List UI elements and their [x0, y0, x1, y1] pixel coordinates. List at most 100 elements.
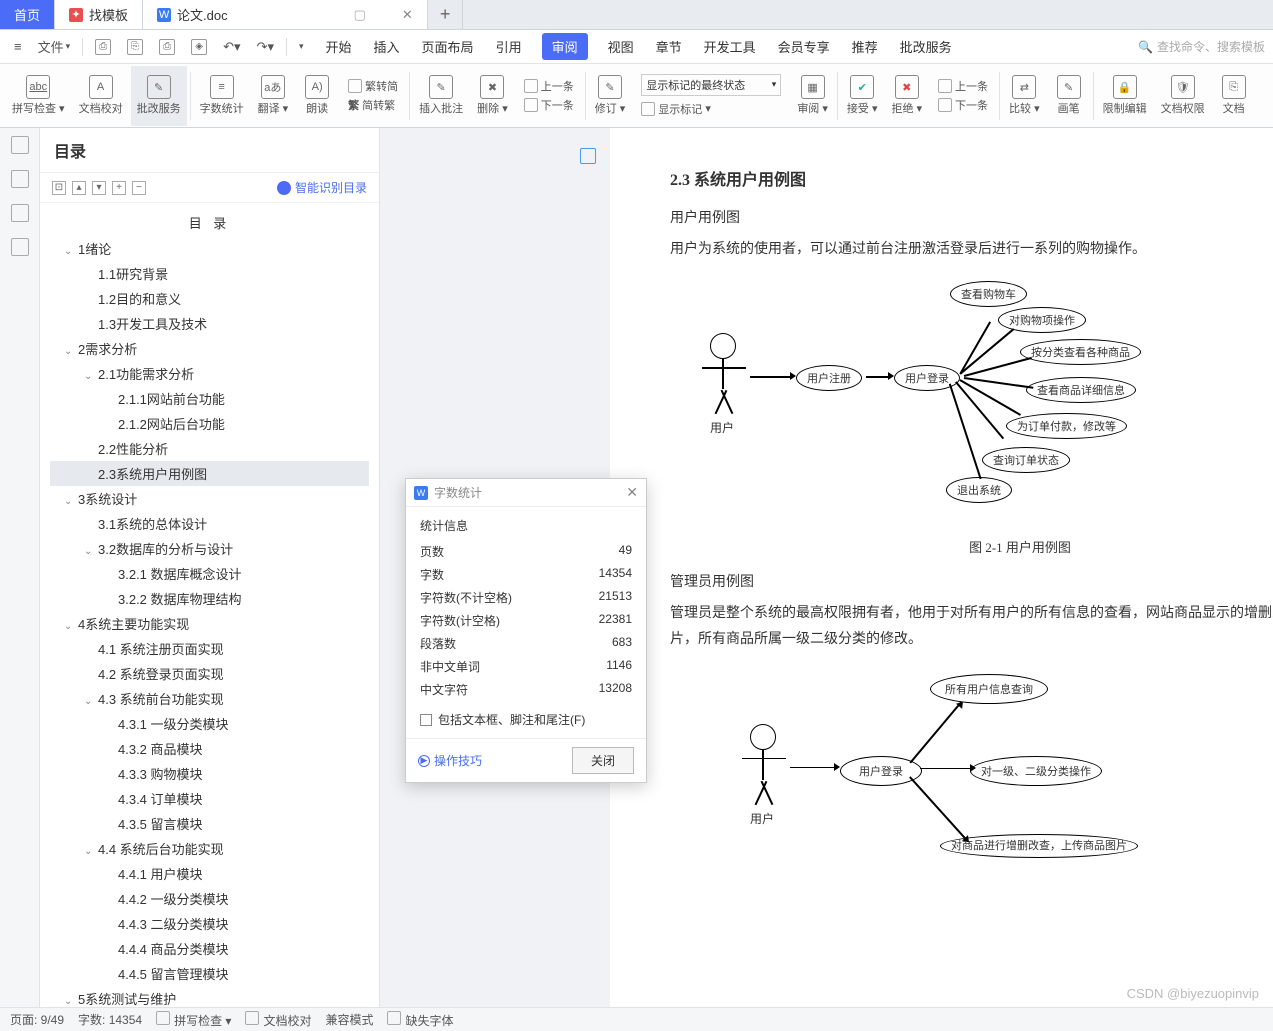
toc-tree[interactable]: 目 录 ⌄1绪论1.1研究背景1.2目的和意义1.3开发工具及技术⌄2需求分析⌄…: [40, 203, 379, 1007]
dialog-close-icon[interactable]: ✕: [626, 484, 638, 501]
file-menu[interactable]: 文件 ▾: [32, 33, 77, 60]
section-icon[interactable]: [580, 148, 596, 164]
menu-页面布局[interactable]: 页面布局: [420, 33, 476, 60]
compare-button[interactable]: ⇄比较 ▾: [1003, 66, 1046, 126]
search-panel-icon[interactable]: [11, 238, 29, 256]
toc-item[interactable]: 4.4.2 一级分类模块: [50, 886, 369, 911]
dialog-header[interactable]: W 字数统计 ✕: [406, 479, 646, 507]
display-mode-dropdown[interactable]: 显示标记的最终状态▾: [641, 74, 781, 96]
toc-item[interactable]: 2.2性能分析: [50, 436, 369, 461]
bookmark-icon[interactable]: [11, 170, 29, 188]
translate-button[interactable]: aあ翻译 ▾: [252, 66, 295, 126]
dialog-close-button[interactable]: 关闭: [572, 747, 634, 774]
insert-comment-button[interactable]: ✎插入批注: [413, 66, 469, 126]
reject-button[interactable]: ✖拒绝 ▾: [885, 66, 928, 126]
status-compat[interactable]: 兼容模式: [325, 1011, 373, 1028]
tab-template[interactable]: ✦找模板: [55, 0, 143, 29]
tab-new[interactable]: +: [428, 0, 464, 29]
toc-item[interactable]: 2.1.2网站后台功能: [50, 411, 369, 436]
proof-button[interactable]: A文档校对: [73, 66, 129, 126]
status-spell[interactable]: 拼写检查 ▾: [156, 1011, 231, 1029]
review-pane-button[interactable]: ▦审阅 ▾: [791, 66, 834, 126]
preview-icon[interactable]: ◈: [185, 35, 213, 59]
menu-插入[interactable]: 插入: [372, 33, 402, 60]
tab-window-icon[interactable]: ▢: [354, 7, 366, 23]
prev-change-button[interactable]: 上一条: [938, 77, 988, 95]
toc-item[interactable]: 1.2目的和意义: [50, 286, 369, 311]
menu-审阅[interactable]: 审阅: [542, 33, 588, 60]
toc-item[interactable]: 2.3系统用户用例图: [50, 461, 369, 486]
status-font[interactable]: 缺失字体: [387, 1011, 453, 1029]
show-markup-button[interactable]: 显示标记 ▾: [641, 100, 711, 118]
doc-permission-button[interactable]: 🛡文档权限: [1155, 66, 1211, 126]
accept-button[interactable]: ✔接受 ▾: [841, 66, 884, 126]
toc-item[interactable]: 4.3.1 一级分类模块: [50, 711, 369, 736]
menu-开发工具[interactable]: 开发工具: [702, 33, 758, 60]
tab-close-icon[interactable]: ✕: [402, 7, 413, 23]
toc-item[interactable]: 4.2 系统登录页面实现: [50, 661, 369, 686]
expand-icon[interactable]: +: [112, 181, 126, 195]
level-down-icon[interactable]: ▾: [92, 181, 106, 195]
menu-会员专享[interactable]: 会员专享: [776, 33, 832, 60]
toc-item[interactable]: 4.3.5 留言模块: [50, 811, 369, 836]
track-changes-button[interactable]: ✎修订 ▾: [589, 66, 632, 126]
toc-item[interactable]: ⌄1绪论: [50, 236, 369, 261]
prev-comment-button[interactable]: 上一条: [524, 77, 574, 95]
toc-item[interactable]: 4.1 系统注册页面实现: [50, 636, 369, 661]
toc-item[interactable]: ⌄5系统测试与维护: [50, 986, 369, 1007]
outline-icon[interactable]: [11, 136, 29, 154]
toc-item[interactable]: 3.1系统的总体设计: [50, 511, 369, 536]
toc-item[interactable]: 3.2.2 数据库物理结构: [50, 586, 369, 611]
smart-toc-button[interactable]: 智能识别目录: [277, 179, 367, 196]
include-textbox-checkbox[interactable]: 包括文本框、脚注和尾注(F): [420, 711, 632, 728]
toc-item[interactable]: 3.2.1 数据库概念设计: [50, 561, 369, 586]
status-proof[interactable]: 文档校对: [245, 1011, 311, 1029]
ink-button[interactable]: ✎画笔: [1048, 66, 1090, 126]
menu-引用[interactable]: 引用: [494, 33, 524, 60]
collapse-icon[interactable]: ⊡: [52, 181, 66, 195]
toc-item[interactable]: 4.3.3 购物模块: [50, 761, 369, 786]
menu-批改服务[interactable]: 批改服务: [898, 33, 954, 60]
tab-document[interactable]: W论文.doc▢✕: [143, 0, 428, 29]
save-icon[interactable]: ⎙: [89, 35, 117, 59]
hamburger-icon[interactable]: ≡: [8, 35, 28, 58]
toc-item[interactable]: ⌄4系统主要功能实现: [50, 611, 369, 636]
dialog-tip-link[interactable]: ▶操作技巧: [418, 752, 482, 769]
doc-auth-button[interactable]: ⎘文档: [1213, 66, 1255, 126]
toc-item[interactable]: ⌄2.1功能需求分析: [50, 361, 369, 386]
menu-开始[interactable]: 开始: [324, 33, 354, 60]
search-box[interactable]: 🔍查找命令、搜索模板: [1138, 38, 1265, 55]
toc-item[interactable]: ⌄3.2数据库的分析与设计: [50, 536, 369, 561]
tab-home[interactable]: 首页: [0, 0, 55, 29]
fix-service-button[interactable]: ✎批改服务: [131, 66, 187, 126]
shrink-icon[interactable]: −: [132, 181, 146, 195]
toc-item[interactable]: ⌄2需求分析: [50, 336, 369, 361]
undo-icon[interactable]: ↶▾: [217, 35, 246, 59]
next-change-button[interactable]: 下一条: [938, 96, 988, 114]
status-words[interactable]: 字数: 14354: [78, 1011, 142, 1028]
spell-check-button[interactable]: abc拼写检查 ▾: [6, 66, 71, 126]
saveas-icon[interactable]: ⎘: [121, 35, 149, 59]
toc-item[interactable]: ⌄3系统设计: [50, 486, 369, 511]
delete-comment-button[interactable]: ✖删除 ▾: [471, 66, 514, 126]
to-traditional-button[interactable]: 繁简转繁: [348, 96, 395, 114]
toc-item[interactable]: 2.1.1网站前台功能: [50, 386, 369, 411]
menu-视图[interactable]: 视图: [606, 33, 636, 60]
next-comment-button[interactable]: 下一条: [524, 96, 574, 114]
word-count-button[interactable]: ≡字数统计: [194, 66, 250, 126]
tag-icon[interactable]: [11, 204, 29, 222]
to-simplified-button[interactable]: 繁转简: [348, 77, 398, 95]
toc-item[interactable]: 4.4.4 商品分类模块: [50, 936, 369, 961]
toc-item[interactable]: 1.1研究背景: [50, 261, 369, 286]
toc-item[interactable]: 4.3.2 商品模块: [50, 736, 369, 761]
print-icon[interactable]: ⎙: [153, 35, 181, 59]
restrict-edit-button[interactable]: 🔒限制编辑: [1097, 66, 1153, 126]
toc-item[interactable]: 1.3开发工具及技术: [50, 311, 369, 336]
toc-item[interactable]: 4.4.5 留言管理模块: [50, 961, 369, 986]
level-up-icon[interactable]: ▴: [72, 181, 86, 195]
menu-章节[interactable]: 章节: [654, 33, 684, 60]
toc-item[interactable]: ⌄4.3 系统前台功能实现: [50, 686, 369, 711]
toc-item[interactable]: 4.4.1 用户模块: [50, 861, 369, 886]
toc-item[interactable]: 4.4.3 二级分类模块: [50, 911, 369, 936]
toc-item[interactable]: ⌄4.4 系统后台功能实现: [50, 836, 369, 861]
